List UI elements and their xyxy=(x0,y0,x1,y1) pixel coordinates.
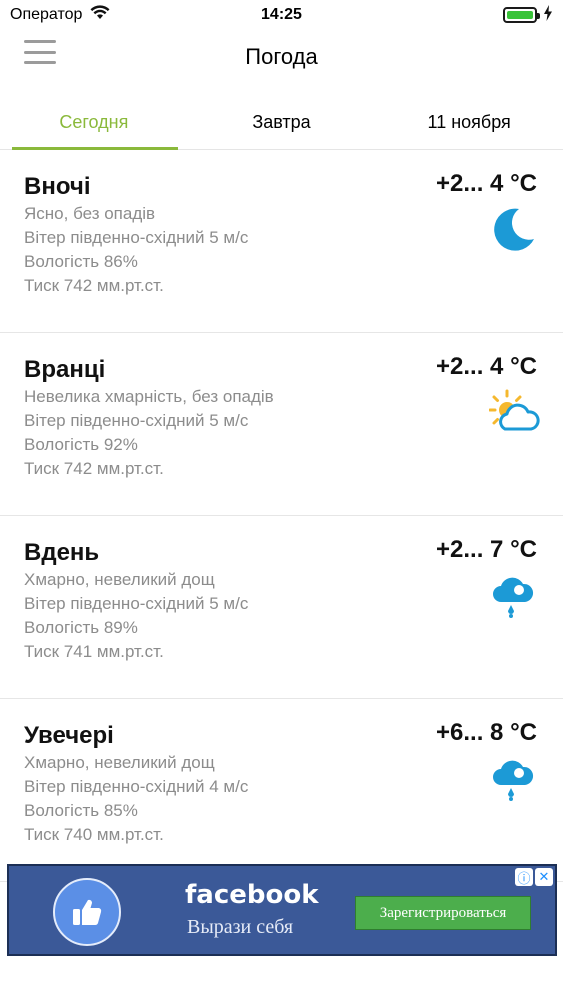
ad-brand: facebook xyxy=(185,880,319,910)
status-bar: Оператор 14:25 xyxy=(0,0,563,30)
status-left: Оператор xyxy=(10,5,110,25)
wifi-icon xyxy=(90,5,110,25)
period-humidity: Вологість 85% xyxy=(24,801,138,820)
period-humidity: Вологість 86% xyxy=(24,252,138,271)
period-condition: Хмарно, невеликий дощ xyxy=(24,753,215,772)
period-pressure: Тиск 742 мм.рт.ст. xyxy=(24,459,164,478)
ad-close-icon[interactable]: ✕ xyxy=(535,868,553,886)
carrier-label: Оператор xyxy=(10,6,83,23)
moon-icon xyxy=(489,206,537,254)
ad-info-icon[interactable]: ⓘ xyxy=(515,868,533,886)
period-wind: Вітер південно-східний 5 м/с xyxy=(24,594,249,613)
period-pressure: Тиск 742 мм.рт.ст. xyxy=(24,276,164,295)
page-title: Погода xyxy=(245,44,318,69)
period-wind: Вітер південно-східний 5 м/с xyxy=(24,228,249,247)
period-temperature: +6... 8 °C xyxy=(436,719,537,746)
period-wind: Вітер південно-східний 4 м/с xyxy=(24,777,249,796)
period-condition: Невелика хмарність, без опадів xyxy=(24,387,274,406)
rain-cloud-icon xyxy=(489,755,537,803)
battery-icon xyxy=(503,7,540,23)
ad-slogan: Вырази себя xyxy=(187,916,294,938)
sun-cloud-icon xyxy=(488,389,540,437)
period-condition: Хмарно, невеликий дощ xyxy=(24,570,215,589)
tab-date[interactable]: 11 ноября xyxy=(375,96,563,149)
app-header: Погода xyxy=(0,30,563,90)
forecast-list: Вночі Ясно, без опадів Вітер південно-сх… xyxy=(0,150,563,882)
tab-tomorrow[interactable]: Завтра xyxy=(188,96,376,149)
ad-controls: ⓘ ✕ xyxy=(515,868,553,886)
charging-bolt-icon xyxy=(543,4,553,26)
period-temperature: +2... 7 °C xyxy=(436,536,537,563)
period-temperature: +2... 4 °C xyxy=(436,353,537,380)
period-condition: Ясно, без опадів xyxy=(24,204,156,223)
thumbs-up-icon xyxy=(53,878,121,946)
ad-banner[interactable]: facebook Вырази себя Зарегистрироваться … xyxy=(7,864,557,956)
period-temperature: +2... 4 °C xyxy=(436,170,537,197)
forecast-card-night[interactable]: Вночі Ясно, без опадів Вітер південно-сх… xyxy=(0,150,563,333)
period-humidity: Вологість 92% xyxy=(24,435,138,454)
period-wind: Вітер південно-східний 5 м/с xyxy=(24,411,249,430)
period-pressure: Тиск 740 мм.рт.ст. xyxy=(24,825,164,844)
forecast-card-morning[interactable]: Вранці Невелика хмарність, без опадів Ві… xyxy=(0,333,563,516)
rain-cloud-icon xyxy=(489,572,537,620)
ad-register-button[interactable]: Зарегистрироваться xyxy=(355,896,531,930)
forecast-card-day[interactable]: Вдень Хмарно, невеликий дощ Вітер півден… xyxy=(0,516,563,699)
status-right xyxy=(503,4,553,26)
day-tabs: Сегодня Завтра 11 ноября xyxy=(0,96,563,150)
period-humidity: Вологість 89% xyxy=(24,618,138,637)
tab-today[interactable]: Сегодня xyxy=(0,96,188,150)
battery-fill xyxy=(507,11,533,19)
period-pressure: Тиск 741 мм.рт.ст. xyxy=(24,642,164,661)
forecast-card-evening[interactable]: Увечері Хмарно, невеликий дощ Вітер півд… xyxy=(0,699,563,882)
